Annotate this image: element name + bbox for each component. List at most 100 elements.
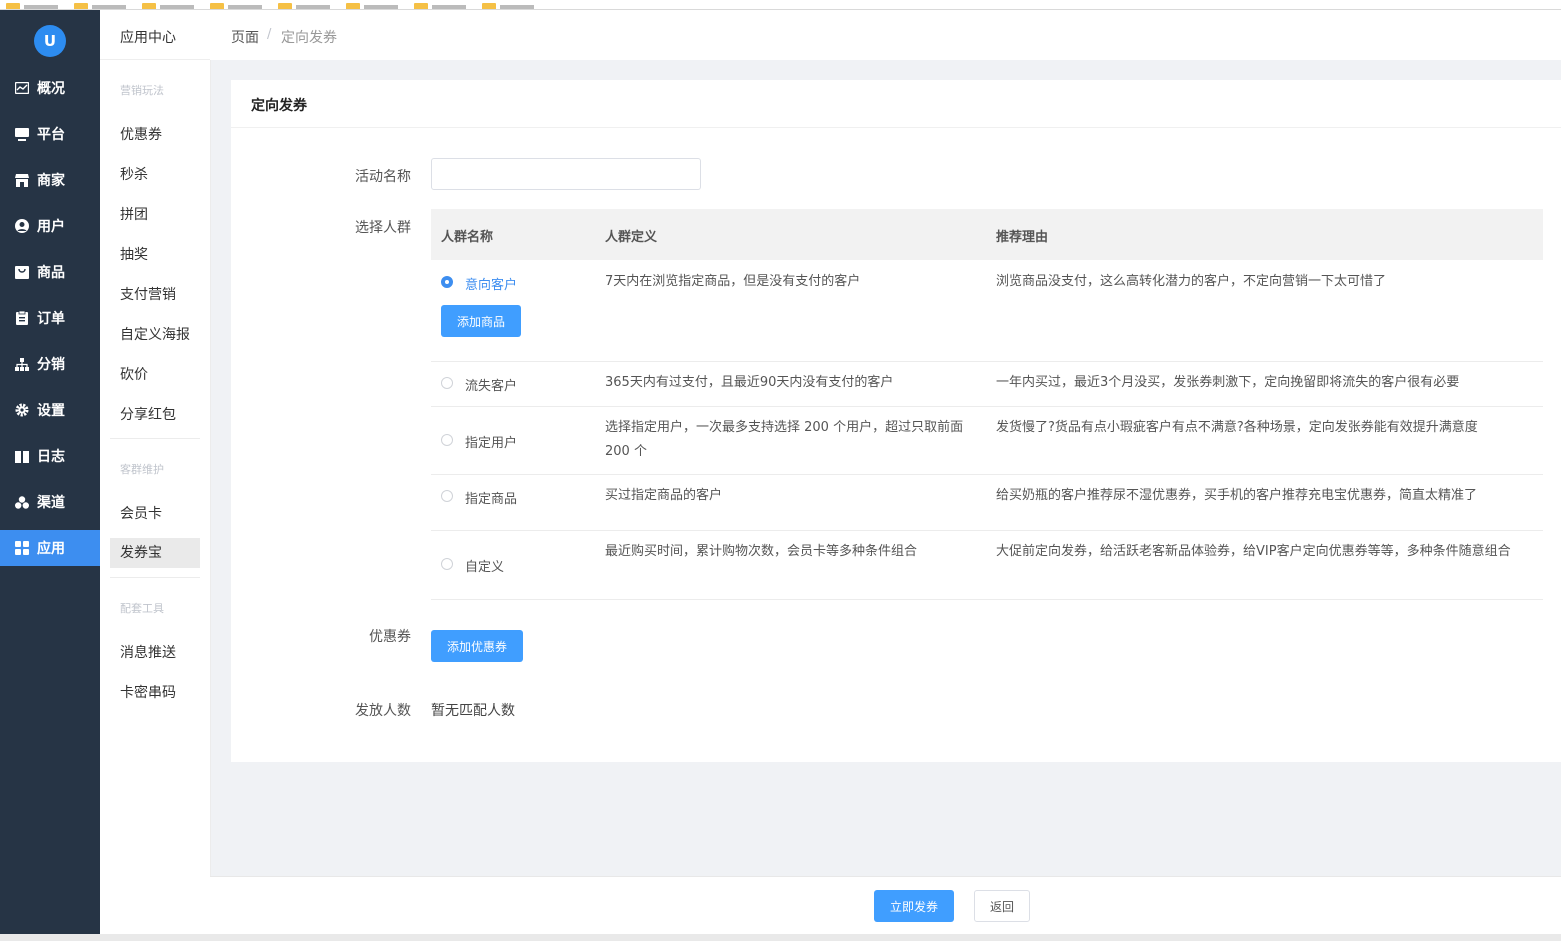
sub-sidebar: 应用中心 营销玩法 优惠券 秒杀 拼团 抽奖 支付营销 自定义海报 砍价 分享红… [100, 10, 211, 934]
crowd-reason: 大促前定向发券，给活跃老客新品体验券，给VIP客户定向优惠券等等，多种条件随意组… [996, 544, 1511, 559]
crowd-reason: 一年内买过，最近3个月没买，发张券刺激下，定向挽留即将流失的客户很有必要 [996, 375, 1460, 390]
card-header: 定向发券 [231, 80, 1561, 128]
nav-label: 订单 [37, 311, 65, 327]
nav-item-user[interactable]: 用户 [0, 208, 100, 244]
table-header: 人群名称 人群定义 推荐理由 [431, 209, 1543, 260]
sub-group-title: 配套工具 [120, 602, 164, 615]
breadcrumb-separator: / [267, 27, 272, 42]
send-now-button[interactable]: 立即发券 [874, 890, 954, 922]
add-coupon-button[interactable]: 添加优惠券 [431, 630, 523, 662]
crowd-name[interactable]: 意向客户 [465, 274, 517, 293]
sub-item-group-buy[interactable]: 拼团 [110, 200, 200, 230]
sub-item-coupon[interactable]: 优惠券 [110, 120, 200, 150]
table-row: 自定义 最近购买时间，累计购物次数，会员卡等多种条件组合 大促前定向发券，给活跃… [431, 530, 1543, 600]
user-icon [15, 219, 29, 233]
sub-sidebar-title: 应用中心 [120, 30, 176, 46]
coupon-label: 优惠券 [369, 629, 411, 645]
hierarchy-icon [15, 357, 29, 371]
table-row: 指定商品 买过指定商品的客户 给买奶瓶的客户推荐尿不湿优惠券，买手机的客户推荐充… [431, 474, 1543, 531]
sub-item-lottery[interactable]: 抽奖 [110, 240, 200, 270]
chart-icon [15, 81, 29, 95]
nav-label: 平台 [37, 127, 65, 143]
crowd-reason: 发货慢了?货品有点小瑕疵客户有点不满意?各种场景，定向发张券能有效提升满意度 [996, 420, 1478, 435]
column-header: 推荐理由 [996, 230, 1049, 245]
card-title: 定向发券 [251, 98, 307, 114]
store-icon [15, 173, 29, 187]
nav-item-platform[interactable]: 平台 [0, 116, 100, 152]
crowd-radio[interactable] [441, 434, 453, 446]
sub-item-share-red-packet[interactable]: 分享红包 [110, 400, 200, 430]
sub-item-bargain[interactable]: 砍价 [110, 360, 200, 390]
nav-item-order[interactable]: 订单 [0, 300, 100, 336]
column-header: 人群名称 [441, 230, 494, 245]
crowd-name[interactable]: 自定义 [465, 556, 504, 575]
nav-label: 应用 [37, 541, 65, 557]
sub-item-member-card[interactable]: 会员卡 [110, 499, 200, 529]
breadcrumb-current: 定向发券 [281, 30, 337, 46]
crowd-radio[interactable] [441, 490, 453, 502]
nav-label: 分销 [37, 357, 65, 373]
sub-item-message-push[interactable]: 消息推送 [110, 638, 200, 668]
table-row: 意向客户 7天内在浏览指定商品，但是没有支付的客户 浏览商品没支付，这么高转化潜… [431, 260, 1543, 362]
divider [110, 577, 200, 578]
divider [110, 438, 200, 439]
send-count-value: 暂无匹配人数 [431, 703, 515, 719]
sub-item-payment-marketing[interactable]: 支付营销 [110, 280, 200, 310]
browser-bookmarks-bar [0, 0, 1561, 10]
sub-group-title: 营销玩法 [120, 84, 164, 97]
clipboard-icon [15, 311, 29, 325]
app-logo[interactable]: U [34, 25, 66, 57]
nav-label: 渠道 [37, 495, 65, 511]
nav-item-goods[interactable]: 商品 [0, 254, 100, 290]
nav-label: 概况 [37, 81, 65, 97]
breadcrumb-root[interactable]: 页面 [231, 27, 259, 47]
crowd-reason: 浏览商品没支付，这么高转化潜力的客户，不定向营销一下太可惜了 [996, 274, 1387, 289]
sub-item-coupon-sender[interactable]: 发券宝 [110, 538, 200, 568]
crowd-name[interactable]: 流失客户 [465, 375, 517, 394]
crowd-radio[interactable] [441, 377, 453, 389]
back-button[interactable]: 返回 [974, 890, 1030, 922]
monitor-icon [15, 127, 29, 141]
activity-name-input[interactable] [431, 158, 701, 190]
nav-label: 商家 [37, 173, 65, 189]
sub-item-custom-poster[interactable]: 自定义海报 [110, 320, 200, 350]
main-sidebar: U 概况 平台 商家 用户 商品 订单 分销 设置 日志 渠道 应用 [0, 10, 100, 934]
add-goods-button[interactable]: 添加商品 [441, 305, 521, 337]
breadcrumb: 页面 / 定向发券 [210, 10, 1561, 60]
sub-group-title: 客群维护 [120, 463, 164, 476]
crowd-definition: 最近购买时间，累计购物次数，会员卡等多种条件组合 [605, 544, 918, 559]
send-count-label: 发放人数 [355, 703, 411, 719]
crowd-radio[interactable] [441, 558, 453, 570]
crowd-name[interactable]: 指定用户 [465, 432, 517, 451]
table-row: 指定用户 选择指定用户，一次最多支持选择 200 个用户，超过只取前面 200 … [431, 406, 1543, 475]
crowd-definition: 7天内在浏览指定商品，但是没有支付的客户 [605, 274, 861, 289]
crowd-definition: 买过指定商品的客户 [605, 488, 723, 503]
nav-item-distribution[interactable]: 分销 [0, 346, 100, 382]
nav-item-merchant[interactable]: 商家 [0, 162, 100, 198]
nav-item-settings[interactable]: 设置 [0, 392, 100, 428]
column-header: 人群定义 [605, 230, 658, 245]
crowd-radio[interactable] [441, 276, 453, 288]
grid-icon [15, 541, 29, 555]
nav-item-overview[interactable]: 概况 [0, 70, 100, 106]
crowd-definition: 选择指定用户，一次最多支持选择 200 个用户，超过只取前面 200 个 [605, 420, 964, 459]
nav-label: 日志 [37, 449, 65, 465]
crowd-definition: 365天内有过支付，且最近90天内没有支付的客户 [605, 375, 894, 390]
book-icon [15, 449, 29, 463]
nav-label: 用户 [37, 219, 65, 235]
nav-label: 商品 [37, 265, 65, 281]
nav-item-channel[interactable]: 渠道 [0, 484, 100, 520]
sub-sidebar-header: 应用中心 [100, 10, 210, 60]
cluster-icon [15, 495, 29, 509]
nav-item-apps[interactable]: 应用 [0, 530, 100, 566]
bag-icon [15, 265, 29, 279]
window-bottom-edge [0, 934, 1561, 941]
activity-name-label: 活动名称 [355, 169, 411, 185]
table-row: 流失客户 365天内有过支付，且最近90天内没有支付的客户 一年内买过，最近3个… [431, 361, 1543, 407]
sub-item-flash-sale[interactable]: 秒杀 [110, 160, 200, 190]
nav-item-log[interactable]: 日志 [0, 438, 100, 474]
crowd-name[interactable]: 指定商品 [465, 488, 517, 507]
crowd-reason: 给买奶瓶的客户推荐尿不湿优惠券，买手机的客户推荐充电宝优惠券，简直太精准了 [996, 488, 1478, 503]
form-card: 定向发券 活动名称 选择人群 人群名称 人群定义 推荐理由 意向客户 7天内在浏… [231, 80, 1561, 762]
sub-item-card-code[interactable]: 卡密串码 [110, 678, 200, 708]
